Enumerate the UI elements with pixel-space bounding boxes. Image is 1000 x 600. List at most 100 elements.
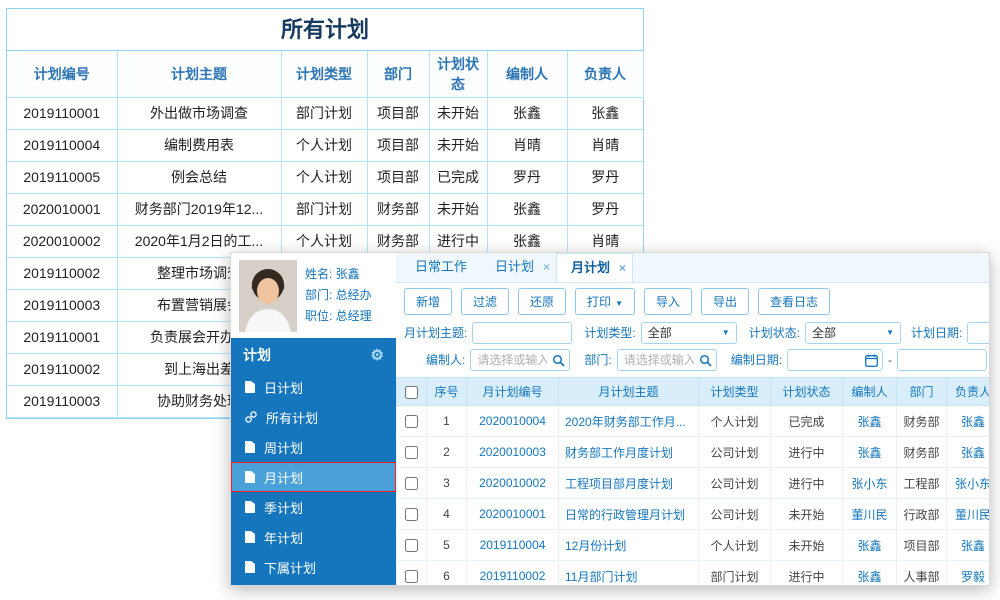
plan-date-input[interactable] <box>967 321 989 344</box>
owner-link[interactable]: 张鑫 <box>961 539 985 553</box>
row-checkbox[interactable] <box>405 415 418 429</box>
cell-plan-status: 未开始 <box>428 96 488 130</box>
column-header: 计划类型 <box>698 377 771 406</box>
cell-code: 2020010004 <box>466 405 559 437</box>
column-header: 计划状态 <box>770 377 843 406</box>
table-row[interactable]: 2019110005 例会总结 个人计划 项目部 已完成 罗丹 罗丹 <box>7 160 643 194</box>
table-row[interactable]: 5 2019110004 12月份计划 个人计划 未开始 张鑫 项目部 张鑫 <box>396 529 989 561</box>
table-row[interactable]: 2019110001 外出做市场调查 部门计划 项目部 未开始 张鑫 张鑫 <box>7 96 643 130</box>
cell-dept: 工程部 <box>896 467 947 499</box>
owner-link[interactable]: 罗毅 <box>961 570 985 584</box>
plan-subject-link[interactable]: 11月部门计划 <box>565 570 637 584</box>
plan-code-link[interactable]: 2019110004 <box>480 538 546 552</box>
filter-row-1: 月计划主题: 计划类型: 全部 ▼ 计划状态: 全部 ▼ 计划日期: <box>404 319 989 346</box>
document-icon <box>245 441 255 453</box>
compiler-link[interactable]: 张鑫 <box>857 446 881 460</box>
table-row[interactable]: 6 2019110002 11月部门计划 部门计划 进行中 张鑫 人事部 罗毅 <box>396 560 989 585</box>
sidebar-item-subordinate-plans[interactable]: 下属计划 <box>231 552 396 582</box>
plan-status-value: 全部 <box>812 326 837 340</box>
cell-dept: 财务部 <box>896 436 947 468</box>
filter-button[interactable]: 过滤 <box>461 288 510 315</box>
cell-compiler: 董川民 <box>842 498 897 530</box>
search-icon[interactable] <box>699 354 712 367</box>
row-checkbox[interactable] <box>405 508 418 522</box>
cell-plan-code: 2020010001 <box>7 192 118 226</box>
table-row[interactable]: 4 2020010001 日常的行政管理月计划 公司计划 未开始 董川民 行政部… <box>396 498 989 530</box>
plan-subject-link[interactable]: 12月份计划 <box>565 539 626 553</box>
table-row[interactable]: 2 2020010003 财务部工作月度计划 公司计划 进行中 张鑫 财务部 张… <box>396 436 989 468</box>
compiler-link[interactable]: 张鑫 <box>857 539 881 553</box>
plan-date-filter-label: 计划日期: <box>911 326 963 340</box>
plan-subject-link[interactable]: 财务部工作月度计划 <box>565 446 673 460</box>
column-header: 部门 <box>366 51 430 98</box>
owner-link[interactable]: 董川民 <box>955 508 989 522</box>
cell-owner: 张鑫 <box>946 405 989 437</box>
plan-subject-link[interactable]: 工程项目部月度计划 <box>565 477 673 491</box>
table-row[interactable]: 2019110004 编制费用表 个人计划 项目部 未开始 肖晴 肖晴 <box>7 128 643 162</box>
row-checkbox[interactable] <box>405 539 418 553</box>
plan-subject-link[interactable]: 日常的行政管理月计划 <box>565 508 685 522</box>
compiler-link[interactable]: 张小东 <box>851 477 887 491</box>
cell-plan-subject: 编制费用表 <box>116 128 282 162</box>
add-button[interactable]: 新增 <box>404 288 453 315</box>
plan-code-link[interactable]: 2020010003 <box>479 445 546 459</box>
cell-owner: 肖晴 <box>566 128 643 162</box>
cell-compiler: 张鑫 <box>486 96 568 130</box>
owner-link[interactable]: 张小东 <box>955 477 989 491</box>
plan-type-select[interactable]: 全部 ▼ <box>640 321 737 344</box>
cell-code: 2020010001 <box>466 498 559 530</box>
plan-code-link[interactable]: 2020010002 <box>479 476 546 490</box>
cell-code: 2019110004 <box>466 529 559 561</box>
plan-code-link[interactable]: 2019110002 <box>480 569 546 583</box>
row-checkbox[interactable] <box>405 570 418 584</box>
cell-no: 5 <box>426 529 467 561</box>
plan-code-link[interactable]: 2020010004 <box>479 414 546 428</box>
sidebar-item-year-plan[interactable]: 年计划 <box>231 522 396 552</box>
search-icon[interactable] <box>552 354 565 367</box>
select-all-checkbox[interactable] <box>405 385 418 399</box>
plan-code-link[interactable]: 2020010001 <box>479 507 546 521</box>
cell-select <box>396 529 427 561</box>
toolbar: 新增 过滤 还原 打印 ▼ 导入 导出 查看日志 <box>396 283 989 319</box>
compiler-link[interactable]: 张鑫 <box>857 415 881 429</box>
import-button[interactable]: 导入 <box>643 288 692 315</box>
tab-daily-work[interactable]: 日常工作 <box>401 253 481 282</box>
subject-filter-input[interactable] <box>472 321 573 344</box>
table-row[interactable]: 2020010001 财务部门2019年12... 部门计划 财务部 未开始 张… <box>7 192 643 226</box>
cell-owner: 罗丹 <box>566 192 643 226</box>
tab-day-plan[interactable]: 日计划 × <box>481 253 556 282</box>
sidebar-item-label: 月计划 <box>264 470 304 486</box>
plan-status-select[interactable]: 全部 ▼ <box>805 321 902 344</box>
owner-link[interactable]: 张鑫 <box>961 446 985 460</box>
sidebar-item-day-plan[interactable]: 日计划 <box>231 372 396 402</box>
monthly-plan-window: 姓名: 张鑫 部门: 总经办 职位: 总经理 计划 ⚙ 日计划 所有计划 周计划… <box>230 252 990 586</box>
row-checkbox[interactable] <box>405 477 418 491</box>
tab-month-plan[interactable]: 月计划 × <box>556 253 634 282</box>
plan-subject-link[interactable]: 2020年财务部工作月... <box>565 415 686 429</box>
owner-link[interactable]: 张鑫 <box>961 415 985 429</box>
table-row[interactable]: 1 2020010004 2020年财务部工作月... 个人计划 已完成 张鑫 … <box>396 405 989 437</box>
calendar-icon[interactable] <box>865 354 878 367</box>
reset-button[interactable]: 还原 <box>518 288 567 315</box>
close-icon[interactable]: × <box>619 254 626 282</box>
compiler-link[interactable]: 张鑫 <box>857 570 881 584</box>
sidebar-item-quarter-plan[interactable]: 季计划 <box>231 492 396 522</box>
close-icon[interactable]: × <box>543 253 550 281</box>
sidebar-item-month-plan[interactable]: 月计划 <box>231 462 396 492</box>
sidebar-item-all-plans[interactable]: 所有计划 <box>231 402 396 432</box>
sidebar-item-week-plan[interactable]: 周计划 <box>231 432 396 462</box>
column-header: 编制人 <box>842 377 897 406</box>
row-checkbox[interactable] <box>405 446 418 460</box>
cell-plan-status: 未开始 <box>428 192 488 226</box>
cell-dept: 财务部 <box>896 405 947 437</box>
view-log-button[interactable]: 查看日志 <box>758 288 831 315</box>
export-button[interactable]: 导出 <box>701 288 750 315</box>
table-row[interactable]: 3 2020010002 工程项目部月度计划 公司计划 进行中 张小东 工程部 … <box>396 467 989 499</box>
print-button[interactable]: 打印 ▼ <box>575 288 635 315</box>
cell-department: 项目部 <box>366 96 430 130</box>
cell-status: 未开始 <box>770 529 843 561</box>
compiler-link[interactable]: 董川民 <box>851 508 887 522</box>
gear-icon[interactable]: ⚙ <box>371 346 384 364</box>
compile-date-to-input[interactable] <box>897 348 988 371</box>
link-icon <box>245 411 257 423</box>
